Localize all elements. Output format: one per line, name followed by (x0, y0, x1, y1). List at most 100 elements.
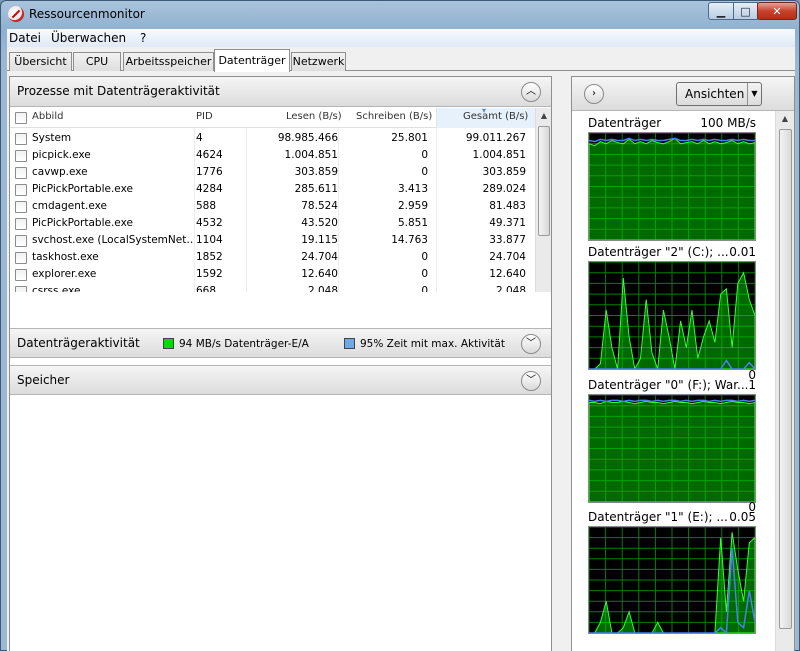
dropdown-arrow-icon[interactable]: ▼ (747, 83, 761, 105)
col-pid[interactable]: PID (196, 111, 213, 122)
collapse-graphs-button[interactable]: › (584, 84, 604, 104)
row-checkbox[interactable] (15, 184, 27, 196)
cell-write: 5.851 (397, 217, 428, 229)
title-bar[interactable]: Ressourcenmonitor ▁ □ ✕ (1, 1, 799, 29)
row-checkbox[interactable] (15, 167, 27, 179)
disk-activity-title: Datenträgeraktivität (17, 336, 140, 350)
scroll-thumb[interactable] (779, 129, 792, 629)
col-image[interactable]: Abbild (32, 111, 63, 122)
cell-pid: 1592 (196, 268, 223, 280)
cell-pid: 668 (196, 285, 217, 292)
maximize-button[interactable]: □ (733, 2, 758, 20)
cell-read: 12.640 (301, 268, 338, 280)
row-checkbox[interactable] (15, 133, 27, 145)
col-total[interactable]: ▾ Gesamt (B/s) (436, 108, 535, 128)
cell-pid: 4284 (196, 183, 223, 195)
col-write[interactable]: Schreiben (B/s) (356, 111, 432, 122)
sort-descending-icon: ▾ (482, 108, 487, 115)
io-series (589, 137, 755, 240)
menu-bar: Datei Überwachen ? (7, 29, 795, 47)
expand-storage-button[interactable]: ﹀ (521, 371, 541, 391)
table-scrollbar[interactable]: ▲ (535, 108, 551, 292)
row-checkbox[interactable] (15, 286, 27, 292)
menu-file[interactable]: Datei (9, 31, 41, 45)
close-button[interactable]: ✕ (757, 2, 797, 20)
cell-total: 12.640 (489, 268, 526, 280)
cell-pid: 588 (196, 200, 217, 212)
cell-total: 24.704 (489, 251, 526, 263)
cell-image: explorer.exe (32, 268, 97, 280)
storage-title: Speicher (17, 373, 70, 387)
row-checkbox[interactable] (15, 201, 27, 213)
table-row[interactable]: taskhost.exe 1852 24.704 0 24.704 (10, 249, 535, 266)
graph-name: Datenträger "1" (E:); ... (588, 510, 728, 524)
details-panel: Prozesse mit Datenträgeraktivität ︿ Abbi… (9, 76, 552, 651)
graph-0 (588, 132, 756, 241)
collapse-processes-button[interactable]: ︿ (521, 82, 541, 102)
cell-write: 3.413 (397, 183, 428, 195)
close-icon: ✕ (772, 4, 782, 18)
col-total-label: Gesamt (B/s) (463, 111, 529, 122)
disk-activity-section-header[interactable]: Datenträgeraktivität 94 MB/s Datenträger… (10, 328, 551, 358)
menu-help[interactable]: ? (140, 31, 146, 45)
cell-total: 99.011.267 (465, 132, 526, 144)
col-read[interactable]: Lesen (B/s) (286, 111, 342, 122)
table-row[interactable]: cavwp.exe 1776 303.859 0 303.859 (10, 164, 535, 181)
storage-section-header[interactable]: Speicher ﹀ (10, 365, 551, 395)
cell-total: 289.024 (482, 183, 526, 195)
cell-total: 81.483 (489, 200, 526, 212)
tab-network[interactable]: Netzwerk (291, 52, 346, 71)
row-checkbox[interactable] (15, 150, 27, 162)
views-button[interactable]: Ansichten ▼ (676, 82, 762, 106)
scroll-thumb[interactable] (538, 126, 550, 236)
graph-max: 1 (748, 378, 756, 392)
table-row[interactable]: PicPickPortable.exe 4532 43.520 5.851 49.371 (10, 215, 535, 232)
graphs-scrollbar[interactable]: ▲ (775, 111, 794, 651)
expand-disk-activity-button[interactable]: ﹀ (521, 334, 541, 354)
row-checkbox[interactable] (15, 252, 27, 264)
cell-write: 25.801 (391, 132, 428, 144)
chevron-right-icon: › (592, 88, 596, 99)
tab-cpu[interactable]: CPU (73, 52, 121, 71)
table-row[interactable]: csrss.exe 668 2.048 0 2.048 (10, 283, 535, 292)
cell-read: 43.520 (301, 217, 338, 229)
cell-total: 49.371 (489, 217, 526, 229)
row-checkbox[interactable] (15, 269, 27, 281)
tab-disk[interactable]: Datenträger (214, 49, 290, 72)
row-checkbox[interactable] (15, 235, 27, 247)
select-all-checkbox[interactable] (15, 112, 27, 124)
graph-name: Datenträger "0" (F:); War... (588, 378, 749, 392)
graph-name: Datenträger (588, 116, 662, 130)
table-row[interactable]: PicPickPortable.exe 4284 285.611 3.413 289.0… (10, 181, 535, 198)
graph-name: Datenträger "2" (C:); ... (588, 245, 729, 259)
processes-section-header[interactable]: Prozesse mit Datenträgeraktivität ︿ (10, 77, 551, 107)
time-legend-swatch (344, 338, 355, 349)
cell-write: 0 (421, 285, 428, 292)
cell-pid: 1776 (196, 166, 223, 178)
client-area: Datei Überwachen ? Übersicht CPU Arbeits… (7, 29, 795, 651)
table-row[interactable]: cmdagent.exe 588 78.524 2.959 81.483 (10, 198, 535, 215)
table-row[interactable]: picpick.exe 4624 1.004.851 0 1.004.851 (10, 147, 535, 164)
scroll-up-arrow[interactable]: ▲ (536, 108, 551, 124)
scroll-up-arrow[interactable]: ▲ (776, 111, 794, 127)
cell-read: 2.048 (307, 285, 338, 292)
cell-write: 2.959 (397, 200, 428, 212)
cell-image: svchost.exe (LocalSystemNet… (32, 234, 194, 246)
menu-monitor[interactable]: Überwachen (51, 31, 126, 45)
graph-max: 0.05 (729, 510, 756, 524)
graphs-panel: › Ansichten ▼ Datenträger100 MB/s60 Seku… (571, 76, 795, 651)
minimize-button[interactable]: ▁ (708, 2, 734, 20)
cell-write: 14.763 (391, 234, 428, 246)
tab-memory[interactable]: Arbeitsspeicher (123, 52, 214, 71)
table-row[interactable]: System 4 98.985.466 25.801 99.011.267 (10, 130, 535, 147)
table-header: Abbild PID Lesen (B/s) Schreiben (B/s) ▾… (10, 108, 535, 128)
cell-write: 0 (421, 149, 428, 161)
time-legend-label: 95% Zeit mit max. Aktivität (360, 338, 505, 350)
cell-read: 24.704 (301, 251, 338, 263)
tab-overview[interactable]: Übersicht (9, 52, 72, 71)
graph-title: Datenträger "1" (E:); ... 0.05 (588, 510, 756, 524)
row-checkbox[interactable] (15, 218, 27, 230)
table-row[interactable]: explorer.exe 1592 12.640 0 12.640 (10, 266, 535, 283)
graph-2 (588, 394, 756, 503)
table-row[interactable]: svchost.exe (LocalSystemNet… 1104 19.115 14… (10, 232, 535, 249)
